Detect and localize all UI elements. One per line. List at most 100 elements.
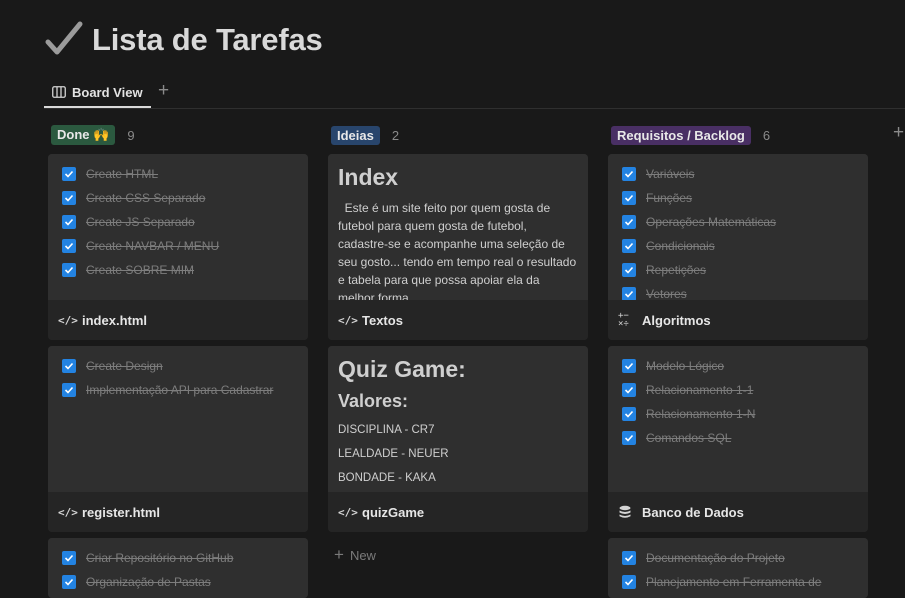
todo-text: Implementação API para Cadastrar — [86, 383, 274, 397]
checkbox[interactable] — [622, 215, 636, 229]
view-tabs: Board View + — [44, 78, 905, 109]
checkbox[interactable] — [62, 575, 76, 589]
card-footer: +− ×÷ Algoritmos — [608, 300, 868, 340]
checkbox[interactable] — [622, 575, 636, 589]
todo-text: Create HTML — [86, 167, 159, 181]
card-checklist: Create HTML Create CSS Separado Create J… — [48, 154, 308, 300]
check-icon — [64, 554, 74, 562]
column-tag-ideias: Ideias — [331, 125, 380, 145]
checkbox[interactable] — [622, 383, 636, 397]
checkbox[interactable] — [622, 191, 636, 205]
checkbox[interactable] — [622, 551, 636, 565]
check-icon — [624, 386, 634, 394]
card-checklist: Create Design Implementação API para Cad… — [48, 346, 308, 492]
column-count-done: 9 — [127, 127, 135, 143]
todo-item: Comandos SQL — [608, 426, 868, 450]
checkbox[interactable] — [62, 191, 76, 205]
card-title: Banco de Dados — [642, 504, 744, 520]
checkbox[interactable] — [622, 263, 636, 277]
card-checklist: Modelo Lógico Relacionamento 1-1 Relacio… — [608, 346, 868, 492]
check-icon — [624, 170, 634, 178]
check-icon — [624, 410, 634, 418]
new-card-label: New — [349, 547, 376, 563]
todo-item: Funções — [608, 186, 868, 210]
card-footer: </> register.html — [48, 492, 308, 532]
todo-item: Modelo Lógico — [608, 354, 868, 378]
todo-text: Create SOBRE MIM — [86, 263, 195, 277]
checkbox[interactable] — [62, 383, 76, 397]
card-textos[interactable]: Index Este é um site feito por quem gost… — [328, 154, 588, 340]
preview-line: LEALDADE - NEUER — [338, 448, 449, 460]
code-icon: </> — [58, 505, 78, 519]
card-preview: Index Este é um site feito por quem gost… — [328, 154, 588, 300]
card-register-html[interactable]: Create Design Implementação API para Cad… — [48, 346, 308, 532]
todo-text: Create CSS Separado — [86, 191, 206, 205]
check-icon — [624, 218, 634, 226]
check-icon — [64, 218, 74, 226]
column-count-backlog: 6 — [762, 127, 771, 143]
plus-icon: + — [334, 545, 344, 564]
card-title: register.html — [82, 504, 161, 520]
add-view-button[interactable]: + — [158, 81, 169, 101]
todo-text: Modelo Lógico — [646, 359, 725, 373]
preview-subheading: Valores: — [338, 391, 409, 411]
card-footer: Banco de Dados — [608, 492, 868, 532]
check-icon — [624, 434, 634, 442]
card-documentacao[interactable]: Documentação do Projeto Planejamento em … — [608, 538, 868, 598]
todo-item: Organização de Pastas — [48, 570, 308, 594]
checkbox[interactable] — [622, 431, 636, 445]
checkbox[interactable] — [62, 215, 76, 229]
todo-item: Criar Repositório no GitHub — [48, 546, 308, 570]
card-footer: </> quizGame — [328, 492, 588, 532]
check-icon — [624, 290, 634, 298]
checkbox[interactable] — [622, 407, 636, 421]
card-title: Textos — [362, 312, 403, 328]
todo-text: Create NAVBAR / MENU — [86, 239, 220, 253]
todo-text: Operações Matemáticas — [646, 215, 777, 229]
checkbox[interactable] — [622, 167, 636, 181]
card-footer: </> index.html — [48, 300, 308, 340]
todo-text: Create Design — [86, 359, 163, 373]
todo-text: Create JS Separado — [86, 215, 195, 229]
todo-item: Relacionamento 1-N — [608, 402, 868, 426]
todo-text: Condicionais — [646, 239, 715, 253]
todo-text: Variáveis — [646, 167, 695, 181]
todo-text: Documentação do Projeto — [646, 551, 785, 565]
checkbox[interactable] — [62, 359, 76, 373]
check-icon — [624, 194, 634, 202]
todo-text: Vetores — [646, 287, 687, 300]
check-icon — [64, 194, 74, 202]
card-algoritmos[interactable]: Variáveis Funções Operações Matemáticas … — [608, 154, 868, 340]
todo-item: Relacionamento 1-1 — [608, 378, 868, 402]
card-repositorio[interactable]: Criar Repositório no GitHub Organização … — [48, 538, 308, 598]
tab-board-view[interactable]: Board View — [44, 78, 151, 108]
todo-text: Relacionamento 1-1 — [646, 383, 754, 397]
card-index-html[interactable]: Create HTML Create CSS Separado Create J… — [48, 154, 308, 340]
new-card-button[interactable]: + New — [334, 545, 376, 565]
column-header-ideias[interactable]: Ideias 2 — [331, 124, 399, 146]
card-checklist: Criar Repositório no GitHub Organização … — [48, 538, 308, 598]
page-title: Lista de Tarefas — [92, 22, 323, 57]
todo-text: Relacionamento 1-N — [646, 407, 756, 421]
todo-item: Create SOBRE MIM — [48, 258, 308, 282]
calculator-icon: +− ×÷ — [618, 311, 629, 329]
column-header-done[interactable]: Done 🙌 9 — [51, 124, 135, 146]
checkbox[interactable] — [622, 239, 636, 253]
todo-text: Funções — [646, 191, 693, 205]
column-header-backlog[interactable]: Requisitos / Backlog 6 — [611, 124, 770, 146]
checkbox[interactable] — [62, 239, 76, 253]
card-quizgame[interactable]: Quiz Game: Valores: DISCIPLINA - CR7 LEA… — [328, 346, 588, 532]
preview-heading: Quiz Game: — [338, 356, 466, 382]
add-group-button[interactable]: + — [893, 122, 904, 144]
check-icon — [624, 554, 634, 562]
checkbox[interactable] — [622, 359, 636, 373]
checkbox[interactable] — [622, 287, 636, 300]
checkbox[interactable] — [62, 551, 76, 565]
checkbox[interactable] — [62, 263, 76, 277]
checkbox[interactable] — [62, 167, 76, 181]
todo-text: Criar Repositório no GitHub — [86, 551, 234, 565]
card-banco-de-dados[interactable]: Modelo Lógico Relacionamento 1-1 Relacio… — [608, 346, 868, 532]
code-icon: </> — [338, 505, 358, 519]
todo-item: Documentação do Projeto — [608, 546, 868, 570]
card-footer: </> Textos — [328, 300, 588, 340]
